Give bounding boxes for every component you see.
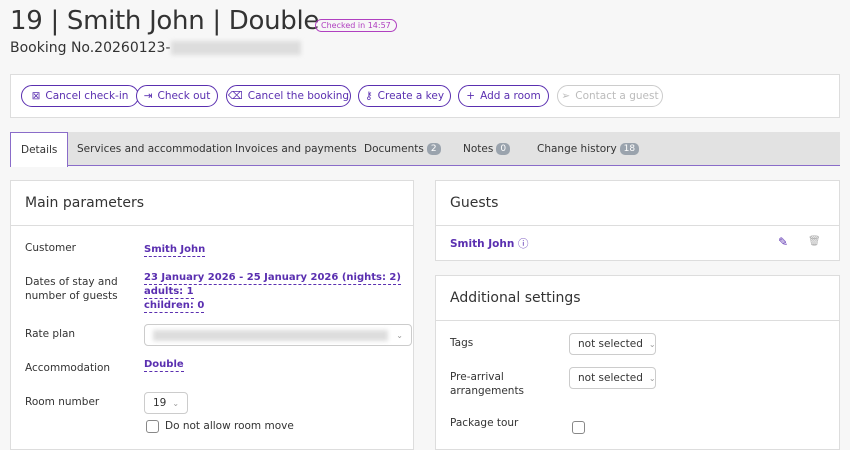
tab-invoices[interactable]: Invoices and payments [235,132,357,166]
prearrival-label: Pre-arrival arrangements [450,371,525,397]
chevron-down-icon: ⌄ [648,373,656,383]
button-label: Add a room [480,90,541,102]
no-room-move-checkbox[interactable] [146,420,159,433]
create-key-button[interactable]: ⚷ Create a key [358,85,451,107]
rate-plan-select[interactable]: ⌄ [144,324,412,346]
no-room-move-label: Do not allow room move [165,420,294,432]
card-title: Additional settings [436,276,839,321]
button-label: Cancel the booking [247,90,350,102]
button-label: Check out [157,90,211,102]
room-number-select[interactable]: 19 ⌄ [144,392,188,414]
customer-label: Customer [25,242,77,254]
tab-documents[interactable]: Documents 2 [364,132,441,166]
rate-plan-label: Rate plan [25,328,76,340]
count-badge: 0 [496,143,511,155]
guests-card: Guests Smith John ⓘ ✎ 🗑 [435,180,840,261]
dates-link[interactable]: 23 January 2026 - 25 January 2026 (night… [144,272,401,285]
prearrival-select[interactable]: not selected ⌄ [569,367,656,389]
add-room-button[interactable]: + Add a room [458,85,549,107]
guest-name: Smith John [450,238,515,250]
room-number-label: Room number [25,396,100,408]
count-badge: 18 [619,143,640,155]
check-out-button[interactable]: ⇥ Check out [136,85,218,107]
accommodation-link[interactable]: Double [144,359,184,372]
send-icon: ➢ [561,90,571,102]
tab-label: Invoices and payments [235,143,357,155]
additional-settings-card: Additional settings Tags not selected ⌄ P… [435,275,840,450]
button-label: Cancel check-in [45,90,129,102]
chevron-down-icon: ⌄ [396,330,403,340]
tab-label: Change history [537,143,617,155]
tab-label: Documents [364,143,424,155]
chevron-down-icon: ⌄ [172,398,180,408]
button-label: Contact a guest [575,90,659,102]
tab-change-history[interactable]: Change history 18 [537,132,640,166]
main-parameters-card: Main parameters Customer Smith John Date… [10,180,414,450]
page-title: 19 | Smith John | Double [10,6,320,36]
key-icon: ⚷ [364,90,373,102]
status-badge: Checked in 14:57 [315,19,397,32]
dates-label: Dates of stay and number of guests [25,276,118,302]
plus-icon: + [466,90,476,102]
cancel-checkin-button[interactable]: ⊠ Cancel check-in [21,85,139,107]
backspace-icon: ⌫ [227,90,243,102]
room-value: 19 [153,397,167,409]
tags-label: Tags [450,337,474,349]
tab-notes[interactable]: Notes 0 [463,132,511,166]
package-tour-checkbox[interactable] [572,421,585,434]
tags-select[interactable]: not selected ⌄ [569,333,656,355]
tab-details[interactable]: Details [10,132,69,167]
redacted-booking-suffix [170,41,301,55]
tab-bar: Details Services and accommodation Invoi… [10,132,840,167]
booking-number-prefix: Booking No.20260123- [10,40,171,56]
cancel-booking-button[interactable]: ⌫ Cancel the booking [226,85,351,107]
action-bar: ⊠ Cancel check-in ⇥ Check out ⌫ Cancel the … [10,74,840,118]
edit-pencil-icon[interactable]: ✎ [778,235,788,249]
tab-label: Details [21,144,58,156]
card-title: Main parameters [11,181,413,226]
count-badge: 2 [426,143,441,155]
button-label: Create a key [377,90,445,102]
accommodation-label: Accommodation [25,362,111,374]
tab-label: Notes [463,143,494,155]
package-tour-label: Package tour [450,417,519,429]
adults-link[interactable]: adults: 1 [144,286,194,299]
card-title: Guests [436,181,839,226]
check-out-icon: ⇥ [143,90,153,102]
redacted-rate-plan [153,329,388,341]
children-link[interactable]: children: 0 [144,300,205,313]
contact-guest-button[interactable]: ➢ Contact a guest [557,85,663,107]
trash-icon[interactable]: 🗑 [808,236,821,247]
guest-info-icon: ⓘ [517,238,529,250]
cancel-checkin-icon: ⊠ [31,90,41,102]
tab-services[interactable]: Services and accommodation [77,132,232,166]
booking-number: Booking No.20260123- [10,40,301,56]
tab-label: Services and accommodation [77,143,233,155]
chevron-down-icon: ⌄ [648,339,656,349]
tags-value: not selected [578,338,643,350]
guest-link[interactable]: Smith John ⓘ [450,238,528,250]
customer-link[interactable]: Smith John [144,244,206,257]
prearrival-value: not selected [578,372,643,384]
